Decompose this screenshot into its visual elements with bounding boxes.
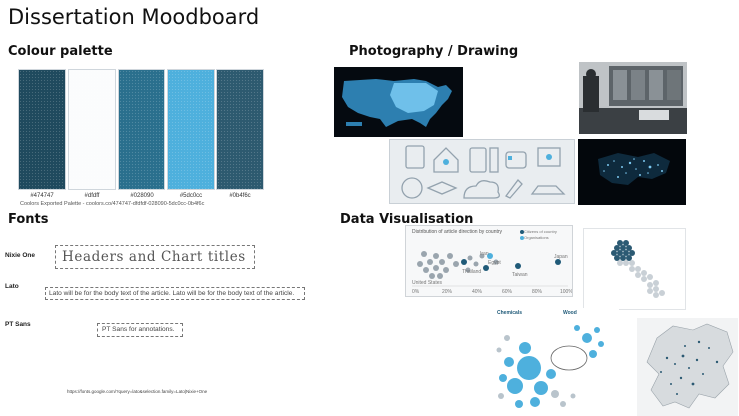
vis1-tick-0: 0%: [412, 289, 420, 295]
vis1-label-thailand: Thailand: [462, 269, 482, 275]
swatch-1: [18, 69, 66, 190]
font-name-pt-sans: PT Sans: [5, 321, 31, 328]
vis-bubble-chart: Chemicals Wood: [489, 308, 619, 412]
swatch-label-5: #0b4f6c: [229, 193, 251, 199]
vis1-tick-80: 80%: [532, 289, 543, 295]
swatch-label-3: #028090: [130, 193, 154, 199]
section-photography: Photography / Drawing: [349, 44, 519, 59]
night-map-image: [578, 139, 686, 205]
swatch-label-1: #474747: [30, 193, 54, 199]
palette-export-text: Coolors Exported Palette - coolors.co/47…: [20, 201, 205, 207]
vis-hex-map: [583, 228, 686, 310]
font-sample-lato: Lato will be for the body text of the ar…: [45, 287, 305, 300]
section-fonts: Fonts: [8, 212, 49, 227]
vis1-tick-100: 100%: [560, 289, 573, 295]
swatch-3: [118, 69, 165, 190]
europe-map-image: [637, 318, 738, 416]
vis1-label-japan: Japan: [554, 254, 568, 260]
control-room-photo: [579, 62, 687, 134]
swatch-label-4: #5dc0cc: [179, 193, 203, 199]
vis1-label-egypt: Egypt: [488, 260, 501, 266]
font-sample-nixie-one: Headers and Chart titles: [55, 245, 255, 269]
usa-map-image: [334, 67, 463, 137]
page-title: Dissertation Moodboard: [8, 5, 260, 29]
vis1-tick-60: 60%: [502, 289, 513, 295]
fonts-link[interactable]: https://fonts.google.com/?query=lato&sel…: [67, 389, 207, 394]
vis1-tick-20: 20%: [442, 289, 453, 295]
section-colour-palette: Colour palette: [8, 44, 113, 59]
swatch-5: [216, 69, 264, 190]
icons-drawing-image: [389, 139, 575, 204]
vis1-label-taiwan: Taiwan: [512, 272, 528, 278]
vis1-label-us: United States: [412, 280, 443, 286]
vis-dot-distribution: Distribution of article direction by cou…: [405, 225, 573, 297]
font-name-nixie-one: Nixie One: [5, 252, 35, 259]
vis1-tick-40: 40%: [472, 289, 483, 295]
font-sample-pt-sans: PT Sans for annotations.: [97, 323, 183, 337]
vis1-label-iran: Iran: [480, 251, 489, 257]
swatch-4: [167, 69, 215, 190]
swatch-label-2: #dfdff: [84, 193, 100, 199]
swatch-2: [68, 69, 116, 190]
font-name-lato: Lato: [5, 283, 19, 290]
